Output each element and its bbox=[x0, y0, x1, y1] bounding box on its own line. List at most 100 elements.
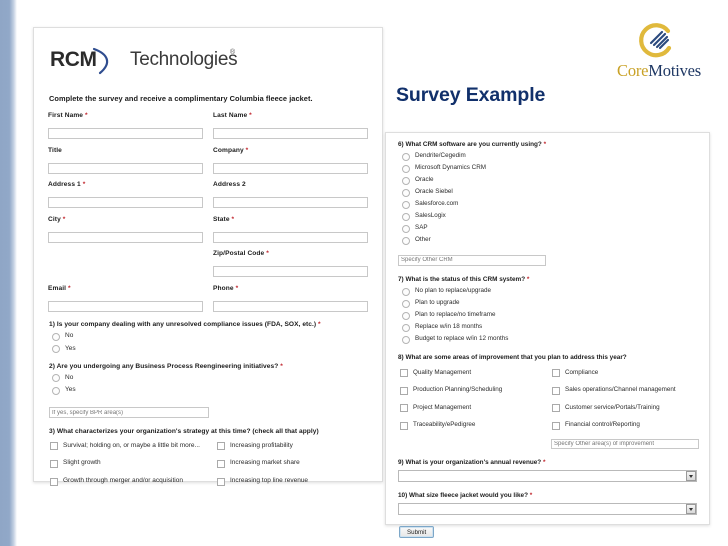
checkbox-icon[interactable] bbox=[50, 477, 58, 486]
input-city[interactable] bbox=[48, 231, 203, 243]
option-label: Plan to upgrade bbox=[415, 299, 460, 307]
radio-option[interactable]: Budget to replace w/in 12 months bbox=[402, 335, 699, 344]
radio-button-icon[interactable] bbox=[402, 311, 410, 320]
jacket-size-select[interactable] bbox=[398, 503, 697, 516]
checkbox-icon[interactable] bbox=[217, 459, 225, 468]
checkbox-option[interactable]: Increasing top line revenue bbox=[217, 477, 368, 486]
radio-button-icon[interactable] bbox=[52, 332, 60, 341]
checkbox-icon[interactable] bbox=[400, 386, 408, 395]
radio-option[interactable]: Yes bbox=[52, 386, 368, 395]
rcm-trademark-icon: ® bbox=[230, 49, 236, 56]
checkbox-option[interactable]: Growth through merger and/or acquisition bbox=[50, 477, 213, 486]
checkbox-icon[interactable] bbox=[400, 404, 408, 413]
annual-revenue-select[interactable] bbox=[398, 470, 697, 483]
form-field: Address 2 bbox=[213, 181, 368, 209]
checkbox-option[interactable]: Production Planning/Scheduling bbox=[400, 386, 546, 395]
question-8-options: Quality Management Compliance Production P… bbox=[400, 369, 699, 430]
radio-option[interactable]: SAP bbox=[402, 224, 699, 233]
question-7-options: No plan to replace/upgrade Plan to upgrad… bbox=[396, 287, 699, 344]
radio-option[interactable]: Oracle Siebel bbox=[402, 188, 699, 197]
radio-button-icon[interactable] bbox=[402, 299, 410, 308]
radio-option[interactable]: SalesLogix bbox=[402, 212, 699, 221]
radio-option[interactable]: No bbox=[52, 374, 368, 383]
form-field: Last Name * bbox=[213, 112, 368, 140]
radio-button-icon[interactable] bbox=[402, 287, 410, 296]
radio-button-icon[interactable] bbox=[402, 335, 410, 344]
question-6-title: 6) What CRM software are you currently u… bbox=[398, 141, 547, 148]
input-state[interactable] bbox=[213, 231, 368, 243]
page-title: Survey Example bbox=[396, 84, 546, 106]
checkbox-icon[interactable] bbox=[217, 477, 225, 486]
checkbox-icon[interactable] bbox=[400, 421, 408, 430]
input-title[interactable] bbox=[48, 162, 203, 174]
radio-option[interactable]: Yes bbox=[52, 345, 368, 354]
checkbox-option[interactable]: Increasing market share bbox=[217, 459, 368, 468]
annual-revenue-select-box[interactable] bbox=[398, 470, 697, 483]
other-crm-input[interactable] bbox=[398, 255, 546, 266]
radio-button-icon[interactable] bbox=[402, 200, 410, 209]
radio-option[interactable]: Plan to replace/no timeframe bbox=[402, 311, 699, 320]
field-label: Last Name * bbox=[213, 112, 252, 119]
radio-button-icon[interactable] bbox=[402, 212, 410, 221]
input-first-name[interactable] bbox=[48, 128, 203, 139]
radio-option[interactable]: Salesforce.com bbox=[402, 200, 699, 209]
checkbox-icon[interactable] bbox=[400, 369, 408, 378]
radio-option[interactable]: Replace w/in 18 months bbox=[402, 323, 699, 332]
checkbox-icon[interactable] bbox=[552, 404, 560, 413]
checkbox-icon[interactable] bbox=[50, 442, 58, 451]
input-email[interactable] bbox=[48, 300, 203, 312]
input-address-1[interactable] bbox=[48, 197, 203, 208]
input-zip-postal-code[interactable] bbox=[213, 266, 368, 277]
input-address-2[interactable] bbox=[213, 197, 368, 208]
question-1-options: No Yes bbox=[48, 332, 368, 354]
checkbox-option[interactable]: Financial control/Reporting bbox=[552, 421, 699, 430]
input-last-name[interactable] bbox=[213, 128, 368, 139]
chevron-down-icon[interactable] bbox=[686, 471, 696, 482]
checkbox-option[interactable]: Compliance bbox=[552, 369, 699, 378]
checkbox-option[interactable]: Quality Management bbox=[400, 369, 546, 378]
checkbox-icon[interactable] bbox=[50, 459, 58, 468]
checkbox-icon[interactable] bbox=[552, 369, 560, 378]
radio-button-icon[interactable] bbox=[402, 176, 410, 185]
radio-button-icon[interactable] bbox=[402, 152, 410, 161]
crm-questions-panel: 6) What CRM software are you currently u… bbox=[385, 132, 710, 539]
checkbox-option[interactable]: Sales operations/Channel management bbox=[552, 386, 699, 395]
coremotives-mark-icon bbox=[639, 23, 672, 58]
option-label: Sales operations/Channel management bbox=[565, 386, 676, 394]
required-marker: * bbox=[233, 284, 239, 292]
radio-option[interactable]: No bbox=[52, 332, 368, 341]
radio-button-icon[interactable] bbox=[402, 224, 410, 233]
bpr-area-input[interactable] bbox=[49, 407, 209, 419]
jacket-size-select-box[interactable] bbox=[398, 503, 697, 516]
radio-option[interactable]: Other bbox=[402, 236, 699, 245]
radio-button-icon[interactable] bbox=[402, 323, 410, 332]
radio-option[interactable]: No plan to replace/upgrade bbox=[402, 287, 699, 296]
radio-option[interactable]: Plan to upgrade bbox=[402, 299, 699, 308]
input-company[interactable] bbox=[213, 162, 368, 174]
checkbox-icon[interactable] bbox=[552, 421, 560, 430]
checkbox-option[interactable]: Survival; holding on, or maybe a little … bbox=[50, 442, 213, 451]
checkbox-option[interactable]: Customer service/Portals/Training bbox=[552, 404, 699, 413]
submit-button[interactable]: Submit bbox=[399, 526, 435, 539]
radio-button-icon[interactable] bbox=[402, 164, 410, 173]
input-phone[interactable] bbox=[213, 300, 368, 312]
checkbox-option[interactable]: Increasing profitability bbox=[217, 442, 368, 451]
radio-button-icon[interactable] bbox=[402, 236, 410, 245]
chevron-down-icon[interactable] bbox=[686, 504, 696, 515]
checkbox-icon[interactable] bbox=[552, 386, 560, 395]
checkbox-option[interactable]: Slight growth bbox=[50, 459, 213, 468]
checkbox-icon[interactable] bbox=[217, 442, 225, 451]
radio-button-icon[interactable] bbox=[52, 386, 60, 395]
radio-option[interactable]: Oracle bbox=[402, 176, 699, 185]
radio-option[interactable]: Microsoft Dynamics CRM bbox=[402, 164, 699, 173]
radio-button-icon[interactable] bbox=[52, 345, 60, 354]
radio-button-icon[interactable] bbox=[52, 374, 60, 383]
field-label: Title bbox=[48, 146, 62, 154]
other-improvement-area-input[interactable] bbox=[551, 438, 699, 450]
checkbox-option[interactable]: Traceability/ePedigree bbox=[400, 421, 546, 430]
radio-button-icon[interactable] bbox=[402, 188, 410, 197]
question-3-title: 3) What characterizes your organization'… bbox=[49, 427, 319, 435]
checkbox-option[interactable]: Project Management bbox=[400, 404, 546, 413]
radio-option[interactable]: Dendrite/Cegedim bbox=[402, 152, 699, 161]
option-label: Budget to replace w/in 12 months bbox=[415, 335, 509, 343]
